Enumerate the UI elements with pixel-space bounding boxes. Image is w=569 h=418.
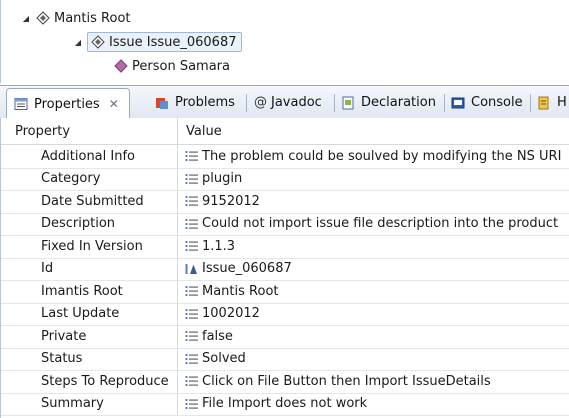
tree-item-person[interactable]: Person Samara [113,56,230,76]
text-value-icon [185,218,199,230]
property-name: Description [41,216,116,232]
property-value: Solved [202,351,246,367]
property-name: Summary [41,396,104,412]
tab-javadoc[interactable]: @ Javadoc [254,88,322,117]
property-name: Additional Info [41,148,135,164]
table-row[interactable]: Category plugin [1,167,569,191]
tab-label: Console [471,95,523,110]
text-value-icon [185,195,199,207]
javadoc-at-icon: @ [254,95,267,110]
property-name: Last Update [41,306,120,322]
tree-item-label: Issue Issue_060687 [109,34,237,50]
tab-label: Properties [34,96,100,112]
table-row[interactable]: Fixed In Version 1.1.3 [1,235,569,259]
table-row[interactable]: Imantis Root Mantis Root [1,280,569,304]
property-value: false [202,328,233,344]
properties-table: Property Value Additional Info The probl… [0,118,569,418]
tab-divider [334,94,335,112]
property-name: Private [41,328,87,344]
text-value-icon [185,285,199,297]
tab-label: H [557,95,567,110]
tab-label: Problems [175,95,235,110]
property-value: The problem could be soulved by modifyin… [202,148,562,164]
property-name: Date Submitted [41,193,144,209]
property-value: Mantis Root [202,283,279,299]
tab-label: Declaration [361,95,436,110]
property-value: Could not import issue file description … [202,216,559,232]
text-value-icon [185,330,199,342]
text-value-icon [185,375,199,387]
table-header: Property Value [1,118,569,145]
tree-item-issue[interactable]: ◢ Issue Issue_060687 [73,32,242,52]
table-row[interactable]: Status Solved [1,347,569,371]
text-value-icon [185,173,199,185]
id-value-icon [185,263,199,275]
diamond-node-icon [35,10,51,26]
property-value: 1.1.3 [202,238,236,254]
tree-item-label: Person Samara [132,58,230,74]
collapse-triangle-icon[interactable]: ◢ [21,14,31,23]
column-header-property[interactable]: Property [1,118,178,144]
tab-console[interactable]: Console [450,88,523,117]
problems-icon [154,95,170,111]
property-value: File Import does not work [202,396,368,412]
property-value: 1002012 [202,306,260,322]
tab-divider [530,94,531,112]
table-row[interactable]: Id Issue_060687 [1,257,569,281]
declaration-icon [340,95,356,111]
text-value-icon [185,150,199,162]
property-name: Imantis Root [41,283,123,299]
properties-icon [13,96,29,112]
property-name: Fixed In Version [41,238,143,254]
tab-label: Javadoc [271,95,322,110]
property-value: Issue_060687 [202,261,292,277]
history-icon [536,95,552,111]
column-header-value[interactable]: Value [178,118,569,144]
model-tree: ◢ Mantis Root ◢ Issue Issue_060687 Perso… [0,0,569,83]
collapse-triangle-icon[interactable]: ◢ [73,38,83,47]
table-row[interactable]: Private false [1,325,569,349]
table-row[interactable]: Additional Info The problem could be sou… [1,145,569,169]
tab-problems[interactable]: Problems [154,88,235,117]
property-value: Click on File Button then Import IssueDe… [202,373,491,389]
close-tab-icon[interactable]: ✕ [109,97,119,111]
table-row[interactable]: Date Submitted 9152012 [1,190,569,214]
tree-item-label: Mantis Root [54,10,131,26]
property-value: 9152012 [202,193,260,209]
property-name: Steps To Reproduce [41,373,169,389]
tab-history[interactable]: H [536,88,567,117]
property-name: Id [41,261,54,277]
tab-divider [444,94,445,112]
tab-declaration[interactable]: Declaration [340,88,436,117]
text-value-icon [185,240,199,252]
text-value-icon [185,398,199,410]
diamond-node-icon [90,34,106,50]
property-name: Category [41,171,101,187]
table-row[interactable]: Summary File Import does not work [1,392,569,416]
tab-divider [246,94,247,112]
console-icon [450,95,466,111]
person-diamond-icon [113,58,129,74]
text-value-icon [185,308,199,320]
view-tab-bar: Properties ✕ Problems @ Javadoc Declarat… [0,85,569,119]
property-value: plugin [202,171,243,187]
table-row[interactable]: Last Update 1002012 [1,302,569,326]
table-row[interactable]: Description Could not import issue file … [1,212,569,236]
property-name: Status [41,351,83,367]
text-value-icon [185,353,199,365]
tab-properties[interactable]: Properties ✕ [6,88,130,118]
selected-tree-item[interactable]: Issue Issue_060687 [87,32,242,52]
tree-item-mantis-root[interactable]: ◢ Mantis Root [21,8,131,28]
table-row[interactable]: Steps To Reproduce Click on File Button … [1,370,569,394]
